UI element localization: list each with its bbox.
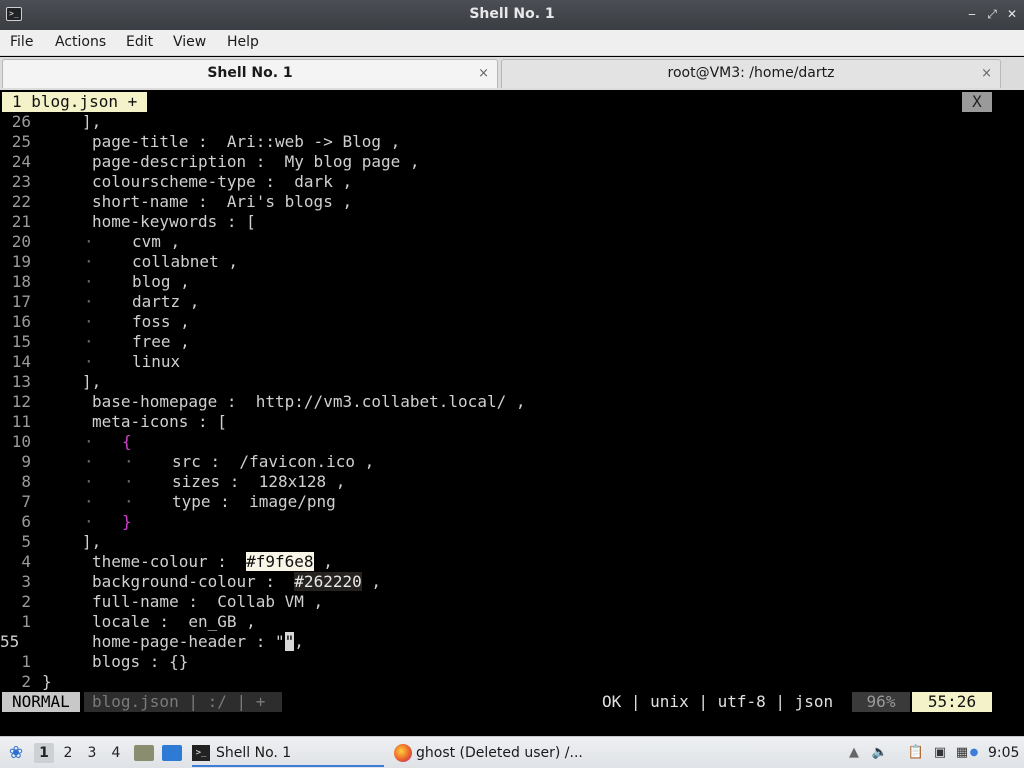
screenshot-icon[interactable]: ▣ — [930, 743, 950, 763]
menu-bar: File Actions Edit View Help — [0, 30, 1024, 56]
buffer-tab[interactable]: 1 blog.json + — [2, 92, 148, 112]
tab-close-icon[interactable]: × — [981, 60, 992, 87]
workspace-4[interactable]: 4 — [106, 743, 126, 763]
firefox-icon — [394, 744, 412, 762]
volume-icon[interactable]: 🔈 — [870, 743, 890, 763]
menu-actions[interactable]: Actions — [55, 34, 106, 50]
file-manager-icon[interactable] — [134, 745, 154, 761]
buffer-close-button[interactable]: X — [962, 92, 992, 112]
workspace-1[interactable]: 1 — [34, 743, 54, 763]
buffer-line: 1 blog.json + X — [0, 92, 1024, 112]
tab-shell-no-1[interactable]: Shell No. 1 × — [2, 59, 498, 88]
clock: 9:05 — [988, 745, 1020, 761]
terminal-icon: >_ — [192, 745, 210, 761]
window-title: Shell No. 1 — [469, 6, 555, 22]
cursor-position: 55:26 — [912, 692, 992, 712]
notification-icon[interactable]: ● — [964, 743, 984, 763]
color-swatch-background: #262220 — [294, 572, 362, 591]
vim-statusline: NORMAL blog.json | :/ | + OK | unix | ut… — [0, 692, 1024, 712]
terminal-area[interactable]: 1 blog.json + X 26], 25 page-title : Ari:… — [0, 90, 1024, 720]
tab-close-icon[interactable]: × — [478, 60, 489, 87]
mode-indicator: NORMAL — [2, 692, 80, 712]
menu-help[interactable]: Help — [227, 34, 259, 50]
tray-up-arrow-icon[interactable]: ▲ — [844, 743, 864, 763]
tab-label: root@VM3: /home/dartz — [667, 65, 835, 81]
workspace-2[interactable]: 2 — [58, 743, 78, 763]
start-menu-icon[interactable]: ❀ — [6, 743, 26, 763]
menu-edit[interactable]: Edit — [126, 34, 153, 50]
tab-bar: Shell No. 1 × root@VM3: /home/dartz × — [0, 57, 1024, 90]
maximize-button[interactable]: ⤢ — [984, 6, 1000, 22]
tab-root-home-dartz[interactable]: root@VM3: /home/dartz × — [501, 59, 1001, 88]
taskbar: ❀ 1 2 3 4 >_ Shell No. 1 ghost (Deleted u… — [0, 736, 1024, 768]
tab-label: Shell No. 1 — [207, 65, 293, 81]
clipboard-icon[interactable]: 📋 — [906, 743, 926, 763]
workspace-3[interactable]: 3 — [82, 743, 102, 763]
title-bar: >_ Shell No. 1 ‒ ⤢ ✕ — [0, 0, 1024, 30]
file-format-info: OK | unix | utf-8 | json — [602, 692, 834, 711]
close-button[interactable]: ✕ — [1004, 6, 1020, 22]
scroll-percent: 96% — [852, 692, 910, 712]
text-cursor: " — [284, 632, 295, 651]
taskbar-item-firefox[interactable]: ghost (Deleted user) /... — [394, 739, 614, 767]
color-swatch-theme: #f9f6e8 — [246, 552, 314, 571]
taskbar-item-shell[interactable]: >_ Shell No. 1 — [192, 739, 384, 767]
menu-view[interactable]: View — [173, 34, 206, 50]
minimize-button[interactable]: ‒ — [964, 6, 980, 22]
desktop-icon[interactable] — [162, 745, 182, 761]
menu-file[interactable]: File — [10, 34, 33, 50]
file-info: blog.json | :/ | + — [84, 692, 282, 712]
